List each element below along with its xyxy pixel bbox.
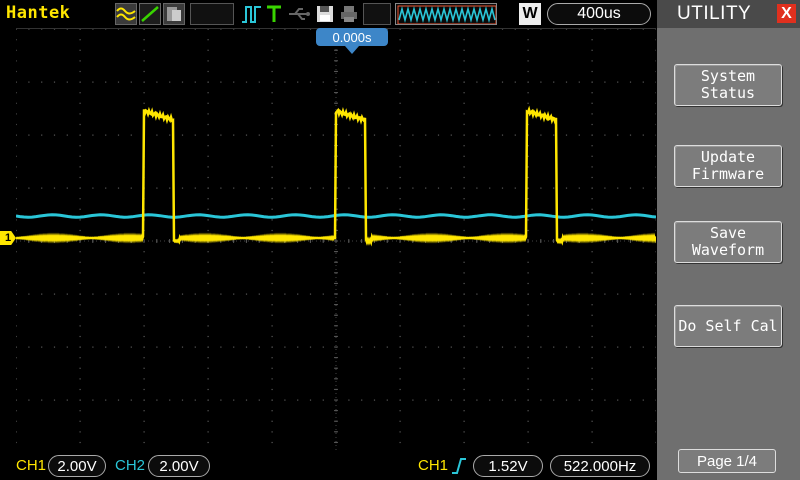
usb-icon — [287, 3, 311, 25]
empty-slot — [363, 3, 391, 25]
status-bar: Hantek W 400us — [0, 0, 657, 28]
frequency-readout: 522.000Hz — [550, 455, 650, 477]
menu-header: UTILITY X — [657, 0, 800, 28]
rising-edge-icon — [451, 457, 467, 479]
timebase-readout[interactable]: 400us — [547, 3, 651, 25]
save-waveform-button[interactable]: Save Waveform — [674, 221, 782, 263]
utility-menu: UTILITY X System Status Update Firmware … — [657, 0, 800, 480]
print-icon — [337, 3, 361, 25]
self-cal-button[interactable]: Do Self Cal — [674, 305, 782, 347]
page-indicator[interactable]: Page 1/4 — [678, 449, 776, 473]
acquire-mode-group — [115, 3, 185, 25]
waveform-display[interactable]: 0.000s — [16, 28, 670, 453]
persist-mode-icon[interactable] — [163, 3, 185, 25]
ch1-trace — [16, 105, 656, 247]
average-mode-icon[interactable] — [115, 3, 137, 25]
vector-mode-icon[interactable] — [139, 3, 161, 25]
trigger-type-icon — [240, 3, 264, 25]
ch2-scale[interactable]: 2.00V — [148, 455, 210, 477]
save-icon — [313, 3, 337, 25]
menu-title: UTILITY — [677, 3, 752, 24]
ch1-scale[interactable]: 2.00V — [48, 455, 106, 477]
close-icon[interactable]: X — [777, 4, 796, 23]
traces — [16, 105, 656, 247]
system-status-button[interactable]: System Status — [674, 64, 782, 106]
channel-info-bar: CH1 2.00V CH2 2.00V CH1 1.52V 522.000Hz — [0, 452, 657, 480]
trigger-position-readout[interactable]: 0.000s — [316, 28, 388, 46]
acquire-mode-indicator: W — [519, 3, 541, 25]
trigger-state-icon — [262, 3, 286, 25]
waveform-overview-icon — [395, 3, 497, 25]
ch1-label: CH1 — [16, 457, 47, 474]
update-firmware-button[interactable]: Update Firmware — [674, 145, 782, 187]
trigger-source-label: CH1 — [418, 457, 449, 474]
trigger-position-marker[interactable] — [345, 46, 359, 54]
ch2-label: CH2 — [115, 457, 146, 474]
ch1-ground-marker[interactable]: 1 — [0, 231, 16, 245]
trigger-level[interactable]: 1.52V — [473, 455, 543, 477]
brand-logo: Hantek — [6, 3, 71, 23]
empty-slot — [190, 3, 234, 25]
